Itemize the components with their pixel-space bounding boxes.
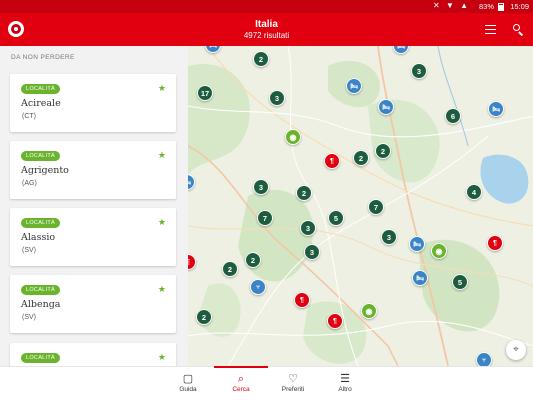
map-cluster-marker[interactable]: 2 xyxy=(296,185,312,201)
category-badge: LOCALITÀ xyxy=(21,218,60,228)
hotel-marker-icon[interactable]: 🛏 xyxy=(409,236,425,252)
battery-percent: 83% xyxy=(478,2,494,11)
map-cluster-marker[interactable]: 4 xyxy=(466,184,482,200)
map-search-icon: ⌕ xyxy=(237,373,245,385)
map-background xyxy=(188,46,533,366)
locate-icon: ⌖ xyxy=(513,344,519,355)
nav-preferiti[interactable]: ♡ Preferiti xyxy=(266,367,320,400)
filter-button[interactable] xyxy=(483,21,499,37)
sight-marker-icon[interactable]: ◉ xyxy=(285,129,301,145)
nav-cerca[interactable]: ⌕ Cerca xyxy=(214,366,268,400)
map-cluster-marker[interactable]: 2 xyxy=(353,150,369,166)
highlights-list[interactable]: DA NON PERDERE LOCALITÀ ★ Acireale (CT) … xyxy=(0,46,188,366)
clock: 15:09 xyxy=(510,2,529,11)
hotel-marker-icon[interactable]: 🛏 xyxy=(378,99,394,115)
sight-marker-icon[interactable]: ◉ xyxy=(431,243,447,259)
filter-icon xyxy=(485,25,496,26)
hotel-marker-icon[interactable]: 🛏 xyxy=(346,78,362,94)
hotel-marker-icon[interactable]: ⑂ xyxy=(250,279,266,295)
map-cluster-marker[interactable]: 2 xyxy=(222,261,238,277)
list-item-card[interactable]: LOCALITÀ ★ Acireale (CT) xyxy=(10,74,176,132)
restaurant-marker-icon[interactable]: ¶ xyxy=(324,153,340,169)
map-cluster-marker[interactable]: 7 xyxy=(257,210,273,226)
nav-guida[interactable]: ▢ Guida xyxy=(161,367,215,400)
place-name: Alassio xyxy=(21,232,56,243)
category-badge: LOCALITÀ xyxy=(21,151,60,161)
star-icon[interactable]: ★ xyxy=(158,83,166,93)
place-name: Agrigento xyxy=(21,165,69,176)
map-cluster-marker[interactable]: 3 xyxy=(304,244,320,260)
list-item-card[interactable]: LOCALITÀ ★ xyxy=(10,343,176,366)
category-badge: LOCALITÀ xyxy=(21,84,60,94)
star-icon[interactable]: ★ xyxy=(158,217,166,227)
heart-icon: ♡ xyxy=(288,373,298,385)
restaurant-marker-icon[interactable]: ¶ xyxy=(294,292,310,308)
map-cluster-marker[interactable]: 2 xyxy=(196,309,212,325)
battery-icon xyxy=(498,3,504,11)
map-cluster-marker[interactable]: 2 xyxy=(245,252,261,268)
map-cluster-marker[interactable]: 5 xyxy=(328,210,344,226)
status-icons: ✕ ▼ ▲ xyxy=(433,1,470,10)
nav-label: Cerca xyxy=(232,386,250,393)
star-icon[interactable]: ★ xyxy=(158,284,166,294)
map-view[interactable]: 2 3 17 3 6 2 2 4 3 2 7 7 5 3 3 3 2 2 5 2… xyxy=(188,46,533,366)
sight-marker-icon[interactable]: ◉ xyxy=(361,303,377,319)
map-cluster-marker[interactable]: 3 xyxy=(300,220,316,236)
page-title: Italia xyxy=(255,19,278,30)
hotel-marker-icon[interactable]: ⑂ xyxy=(476,352,492,366)
nav-label: Guida xyxy=(179,386,197,393)
list-item-card[interactable]: LOCALITÀ ★ Agrigento (AG) xyxy=(10,141,176,199)
map-cluster-marker[interactable]: 3 xyxy=(381,229,397,245)
map-cluster-marker[interactable]: 3 xyxy=(411,63,427,79)
star-icon[interactable]: ★ xyxy=(158,150,166,160)
map-cluster-marker[interactable]: 3 xyxy=(269,90,285,106)
map-cluster-marker[interactable]: 7 xyxy=(368,199,384,215)
province-code: (SV) xyxy=(22,314,36,321)
category-badge: LOCALITÀ xyxy=(21,285,60,295)
nav-label: Preferiti xyxy=(281,386,305,393)
map-cluster-marker[interactable]: 3 xyxy=(253,179,269,195)
province-code: (AG) xyxy=(22,180,37,187)
map-cluster-marker[interactable]: 6 xyxy=(445,108,461,124)
app-bar: Italia 4972 risultati xyxy=(0,13,533,46)
bottom-navigation: ▢ Guida ⌕ Cerca ♡ Preferiti ☰ Altro xyxy=(0,366,533,400)
list-item-card[interactable]: LOCALITÀ ★ Albenga (SV) xyxy=(10,275,176,333)
map-cluster-marker[interactable]: 17 xyxy=(197,85,213,101)
map-cluster-marker[interactable]: 2 xyxy=(375,143,391,159)
star-icon[interactable]: ★ xyxy=(158,352,166,362)
category-badge: LOCALITÀ xyxy=(21,353,60,363)
list-item-card[interactable]: LOCALITÀ ★ Alassio (SV) xyxy=(10,208,176,266)
restaurant-marker-icon[interactable]: ¶ xyxy=(327,313,343,329)
map-cluster-marker[interactable]: 2 xyxy=(253,51,269,67)
nav-altro[interactable]: ☰ Altro xyxy=(318,367,372,400)
book-icon: ▢ xyxy=(182,373,194,385)
hotel-marker-icon[interactable]: 🛏 xyxy=(488,101,504,117)
results-count: 4972 risultati xyxy=(243,31,290,40)
my-location-button[interactable]: ⌖ xyxy=(506,340,526,360)
map-cluster-marker[interactable]: 5 xyxy=(452,274,468,290)
section-title: DA NON PERDERE xyxy=(11,54,75,61)
province-code: (CT) xyxy=(22,113,36,120)
status-bar: ✕ ▼ ▲ 83% 15:09 xyxy=(0,0,533,13)
search-button[interactable] xyxy=(510,21,526,37)
province-code: (SV) xyxy=(22,247,36,254)
restaurant-marker-icon[interactable]: ¶ xyxy=(487,235,503,251)
place-name: Acireale xyxy=(21,98,61,109)
menu-icon: ☰ xyxy=(340,373,350,385)
hotel-marker-icon[interactable]: 🛏 xyxy=(412,270,428,286)
place-name: Albenga xyxy=(21,299,61,310)
nav-label: Altro xyxy=(338,386,352,393)
